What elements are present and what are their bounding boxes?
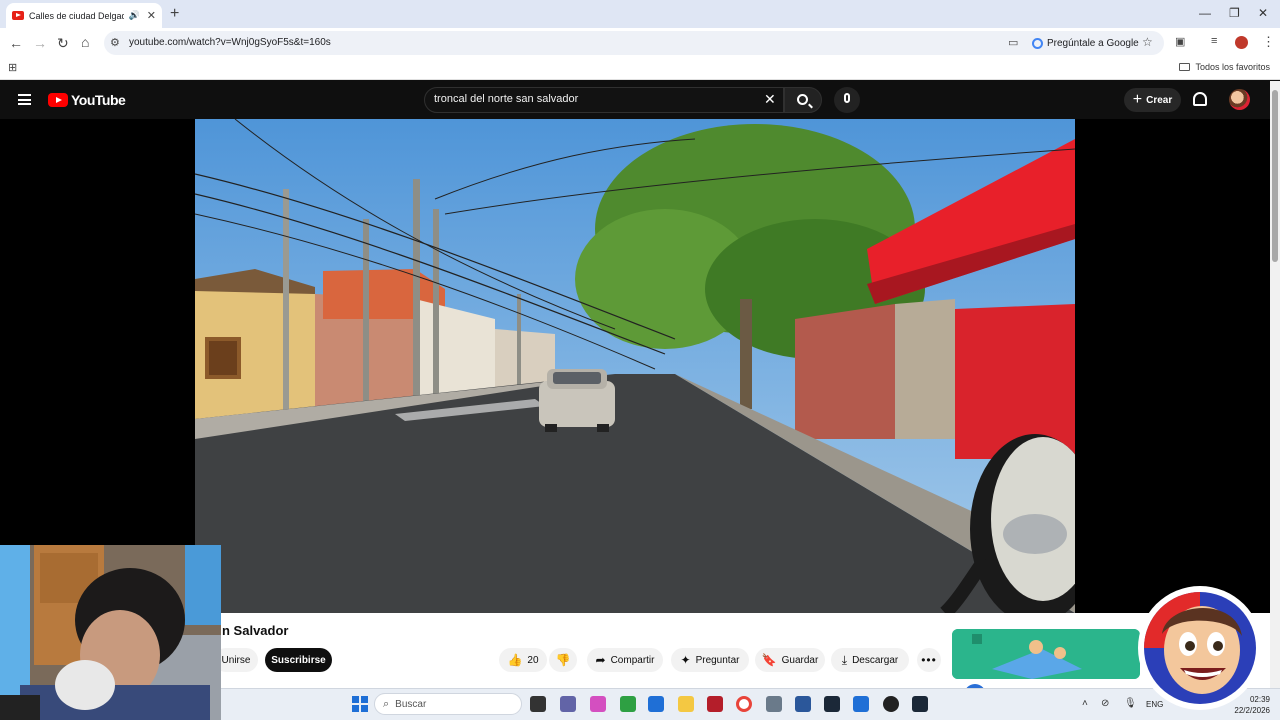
- reload-icon[interactable]: ↻: [57, 35, 69, 52]
- street-scene-image: [195, 119, 1075, 613]
- ask-label: Preguntar: [695, 654, 740, 666]
- search-button[interactable]: [784, 87, 822, 113]
- profile-avatar[interactable]: [1235, 36, 1248, 49]
- more-actions-button[interactable]: •••: [917, 648, 941, 672]
- apps-grid-icon[interactable]: ⊞: [8, 61, 17, 74]
- microphone-icon: [844, 93, 850, 103]
- webcam-overlay: [0, 545, 221, 720]
- download-label: Descargar: [852, 654, 899, 666]
- youtube-favicon-icon: [12, 11, 24, 20]
- steam-icon[interactable]: [824, 696, 840, 712]
- youtube-logo[interactable]: YouTube: [48, 92, 126, 108]
- account-avatar[interactable]: [1229, 89, 1250, 110]
- subscribe-button[interactable]: Suscribirse: [265, 648, 332, 672]
- app-dark-icon[interactable]: [883, 696, 899, 712]
- ask-button[interactable]: ✦ Preguntar: [671, 648, 749, 672]
- thumbs-up-icon: 👍: [507, 653, 523, 667]
- windows-start-icon[interactable]: [352, 696, 368, 712]
- browser-tab[interactable]: Calles de ciudad Delgado S 🔊 ✕: [6, 3, 162, 28]
- all-bookmarks-label: Todos los favoritos: [1195, 62, 1270, 72]
- create-button[interactable]: + Crear: [1124, 88, 1181, 112]
- google-lens-icon: [1032, 37, 1043, 49]
- share-button[interactable]: ➦ Compartir: [587, 648, 663, 672]
- ask-google-label: Pregúntale a Google: [1047, 37, 1139, 49]
- chrome-icon[interactable]: [736, 696, 752, 712]
- copilot-icon[interactable]: [590, 696, 606, 712]
- cast-icon[interactable]: ▭: [1008, 36, 1018, 49]
- notifications-bell-icon[interactable]: [1193, 92, 1207, 106]
- minimize-icon[interactable]: —: [1199, 6, 1211, 20]
- bookmark-star-icon[interactable]: ☆: [1142, 35, 1153, 49]
- menu-icon[interactable]: [18, 94, 31, 105]
- plus-icon: +: [1132, 91, 1143, 108]
- search-icon: ⌕: [383, 697, 390, 710]
- tab-title: Calles de ciudad Delgado S: [29, 10, 124, 21]
- video-title: n Salvador: [222, 623, 289, 638]
- tray-chevron-icon[interactable]: ˄: [1082, 698, 1088, 709]
- capture-app-icon[interactable]: [707, 696, 723, 712]
- download-button[interactable]: ⤓ Descargar: [831, 648, 909, 672]
- folder-icon: [1179, 63, 1191, 71]
- scrollbar-thumb[interactable]: [1272, 90, 1278, 262]
- youtube-play-icon: [48, 93, 68, 107]
- cartoon-mascot-avatar: [1136, 584, 1264, 712]
- media-controls-icon[interactable]: ≡: [1211, 35, 1217, 47]
- sparkle-icon: ✦: [680, 653, 691, 667]
- steam-running-icon[interactable]: [912, 696, 928, 712]
- thumbs-down-icon: 👎: [555, 653, 571, 667]
- clear-search-icon[interactable]: ✕: [764, 91, 776, 108]
- tab-close-icon[interactable]: ✕: [147, 9, 156, 22]
- home-icon[interactable]: ⌂: [81, 34, 89, 50]
- audio-playing-icon[interactable]: 🔊: [129, 10, 140, 21]
- site-info-icon[interactable]: ⚙: [110, 36, 120, 49]
- network-icon[interactable]: ⊘: [1101, 698, 1109, 709]
- taskbar-search-placeholder: Buscar: [395, 698, 427, 710]
- tray-mic-icon[interactable]: 🎙: [1124, 698, 1137, 709]
- all-bookmarks-button[interactable]: Todos los favoritos: [1179, 62, 1270, 72]
- search-query-text[interactable]: troncal del norte san salvador: [434, 93, 578, 105]
- save-button[interactable]: 🔖 Guardar: [755, 648, 825, 672]
- back-icon[interactable]: ←: [9, 35, 23, 51]
- like-count: 20: [527, 654, 539, 666]
- save-label: Guardar: [781, 654, 819, 666]
- mascot-illustration: [1138, 586, 1262, 710]
- ask-google-button[interactable]: Pregúntale a Google: [1032, 34, 1139, 52]
- thumbnail-illustration: [952, 629, 1140, 679]
- store-icon[interactable]: [648, 696, 664, 712]
- forward-icon[interactable]: →: [33, 35, 47, 51]
- word-icon[interactable]: [795, 696, 811, 712]
- camera-icon[interactable]: [766, 696, 782, 712]
- app-green-icon[interactable]: [620, 696, 636, 712]
- like-button[interactable]: 👍 20: [499, 648, 547, 672]
- url-text[interactable]: youtube.com/watch?v=Wnj0gSyoF5s&t=160s: [129, 37, 331, 48]
- search-icon: [797, 94, 808, 105]
- bookmark-icon: 🔖: [761, 653, 777, 667]
- window-close-icon[interactable]: ✕: [1258, 6, 1268, 20]
- video-frame[interactable]: [195, 119, 1075, 613]
- recommended-video-thumbnail[interactable]: [952, 629, 1140, 679]
- browser-menu-icon[interactable]: ⋮: [1262, 34, 1275, 50]
- sidepanel-icon[interactable]: ▣: [1175, 35, 1185, 48]
- bookmarks-bar: [0, 58, 1280, 80]
- streamer-webcam-image: [0, 545, 221, 720]
- dislike-button[interactable]: 👎: [549, 648, 577, 672]
- browser-tab-bar: [0, 0, 1280, 28]
- download-icon: ⤓: [841, 652, 848, 667]
- share-label: Compartir: [610, 654, 655, 666]
- file-explorer-icon[interactable]: [678, 696, 694, 712]
- maximize-icon[interactable]: ❐: [1229, 6, 1240, 20]
- voice-search-button[interactable]: [834, 87, 860, 113]
- share-icon: ➦: [595, 653, 606, 667]
- task-view-icon[interactable]: [530, 696, 546, 712]
- youtube-wordmark: YouTube: [71, 92, 126, 108]
- app-blue-icon[interactable]: [853, 696, 869, 712]
- teams-icon[interactable]: [560, 696, 576, 712]
- new-tab-icon[interactable]: +: [170, 5, 179, 23]
- taskbar-search-input[interactable]: ⌕ Buscar: [374, 693, 522, 715]
- create-label: Crear: [1146, 94, 1173, 106]
